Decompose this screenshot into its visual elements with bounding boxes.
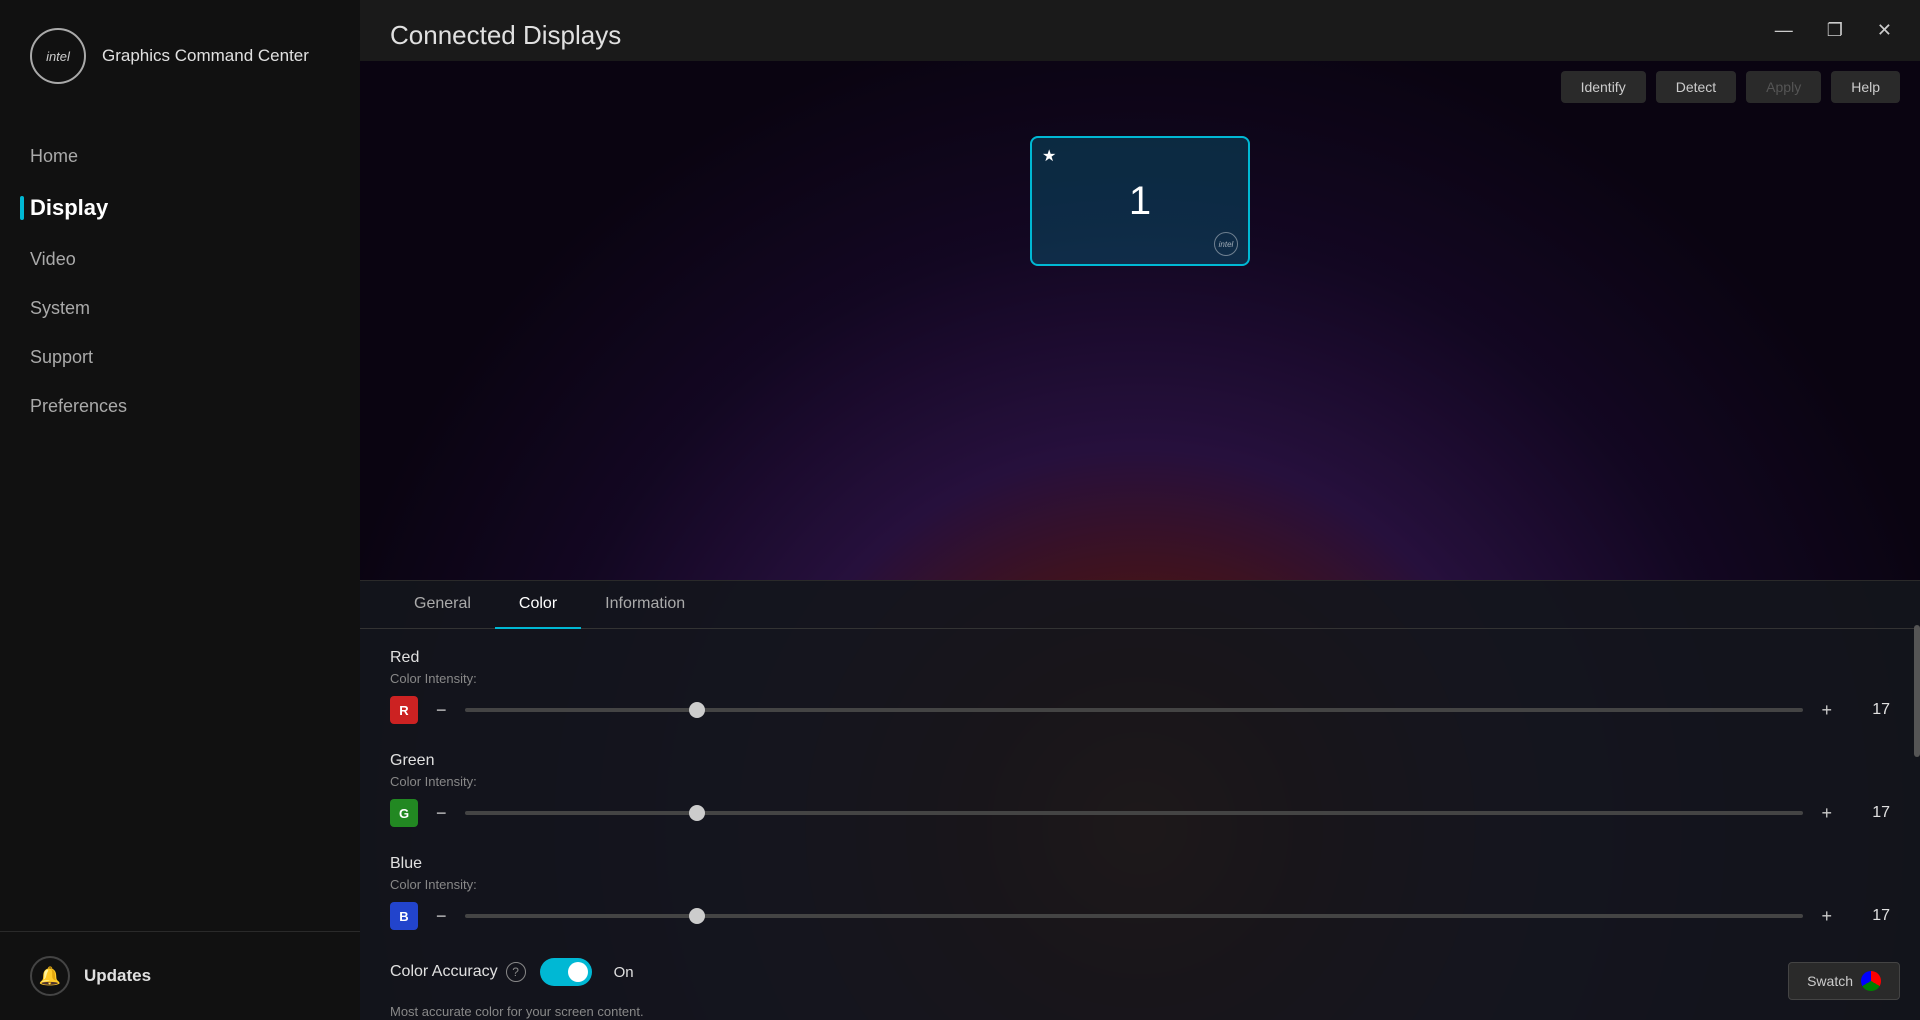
monitor-card[interactable]: ★ 1 intel — [1030, 136, 1250, 266]
sidebar-item-video[interactable]: Video — [0, 235, 360, 284]
red-slider-row: R − + 17 — [390, 696, 1890, 724]
green-slider[interactable] — [465, 811, 1804, 815]
identify-button[interactable]: Identify — [1561, 71, 1646, 103]
green-slider-row: G − + 17 — [390, 799, 1890, 827]
minimize-button[interactable]: — — [1767, 16, 1801, 45]
red-increase-button[interactable]: + — [1817, 700, 1836, 721]
monitor-number: 1 — [1129, 179, 1151, 224]
sidebar: intel Graphics Command Center Home Displ… — [0, 0, 360, 1020]
intel-logo-icon: intel — [30, 28, 86, 84]
swatch-color-icon — [1861, 971, 1881, 991]
green-decrease-button[interactable]: − — [432, 803, 451, 824]
tab-information[interactable]: Information — [581, 581, 709, 629]
color-accuracy-row: Color Accuracy ? On Most accurate color … — [390, 958, 1890, 1019]
monitor-intel-icon: intel — [1214, 232, 1238, 256]
tab-content-color: Red Color Intensity: R − + 17 — [360, 629, 1920, 1020]
green-value: 17 — [1850, 804, 1890, 822]
red-section: Red Color Intensity: R − + 17 — [390, 649, 1890, 724]
sidebar-item-system[interactable]: System — [0, 284, 360, 333]
app-title: Graphics Command Center — [102, 46, 309, 66]
blue-section: Blue Color Intensity: B − + 17 — [390, 855, 1890, 930]
help-icon[interactable]: ? — [506, 962, 526, 982]
red-decrease-button[interactable]: − — [432, 700, 451, 721]
green-icon: G — [390, 799, 418, 827]
green-label: Green — [390, 752, 1890, 770]
monitor-star-icon: ★ — [1042, 146, 1056, 166]
red-value: 17 — [1850, 701, 1890, 719]
red-label: Red — [390, 649, 1890, 667]
sidebar-item-preferences[interactable]: Preferences — [0, 382, 360, 431]
tab-general[interactable]: General — [390, 581, 495, 629]
sidebar-item-home[interactable]: Home — [0, 132, 360, 181]
toggle-thumb — [568, 962, 588, 982]
color-accuracy-description: Most accurate color for your screen cont… — [390, 1004, 1890, 1019]
page-title: Connected Displays — [360, 0, 1920, 61]
green-sublabel: Color Intensity: — [390, 774, 1890, 789]
close-button[interactable]: ✕ — [1869, 16, 1900, 45]
blue-sublabel: Color Intensity: — [390, 877, 1890, 892]
updates-label: Updates — [84, 966, 151, 986]
color-accuracy-section: Color Accuracy ? On Most accurate color … — [390, 958, 1890, 1019]
apply-button[interactable]: Apply — [1746, 71, 1821, 103]
blue-increase-button[interactable]: + — [1817, 906, 1836, 927]
color-accuracy-label: Color Accuracy ? — [390, 962, 526, 982]
scrollbar-thumb[interactable] — [1914, 625, 1920, 757]
display-toolbar: Identify Detect Apply Help — [1561, 71, 1900, 103]
blue-decrease-button[interactable]: − — [432, 906, 451, 927]
blue-label: Blue — [390, 855, 1890, 873]
red-slider[interactable] — [465, 708, 1804, 712]
blue-icon: B — [390, 902, 418, 930]
scrollbar-track — [1914, 581, 1920, 1020]
help-button[interactable]: Help — [1831, 71, 1900, 103]
bell-icon: 🔔 — [30, 956, 70, 996]
swatch-label: Swatch — [1807, 973, 1853, 989]
tab-color[interactable]: Color — [495, 581, 581, 629]
display-content: Identify Detect Apply Help ★ 1 intel Swa… — [360, 61, 1920, 1020]
sidebar-nav: Home Display Video System Support Prefer… — [0, 112, 360, 931]
display-area: Connected Displays Identify Detect Apply… — [360, 0, 1920, 1020]
color-accuracy-toggle[interactable] — [540, 958, 592, 986]
red-icon: R — [390, 696, 418, 724]
settings-panel: General Color Information Red Color Inte… — [360, 580, 1920, 1020]
swatch-button[interactable]: Swatch — [1788, 962, 1900, 1000]
title-bar: — ❐ ✕ — [1747, 0, 1920, 60]
blue-slider[interactable] — [465, 914, 1804, 918]
green-increase-button[interactable]: + — [1817, 803, 1836, 824]
restore-window-button[interactable]: ❐ — [1819, 16, 1851, 45]
red-sublabel: Color Intensity: — [390, 671, 1890, 686]
green-section: Green Color Intensity: G − + 17 — [390, 752, 1890, 827]
updates-item[interactable]: 🔔 Updates — [30, 956, 330, 996]
toggle-on-label: On — [614, 964, 634, 981]
sidebar-item-support[interactable]: Support — [0, 333, 360, 382]
detect-button[interactable]: Detect — [1656, 71, 1736, 103]
tab-bar: General Color Information — [360, 581, 1920, 629]
blue-slider-row: B − + 17 — [390, 902, 1890, 930]
sidebar-item-display[interactable]: Display — [0, 181, 360, 235]
monitor-zone: ★ 1 intel — [360, 61, 1920, 341]
sidebar-header: intel Graphics Command Center — [0, 0, 360, 112]
main-content: — ❐ ✕ Connected Displays Identify Detect… — [360, 0, 1920, 1020]
window-controls: — ❐ ✕ — [1767, 16, 1900, 45]
blue-value: 17 — [1850, 907, 1890, 925]
sidebar-bottom: 🔔 Updates — [0, 931, 360, 1020]
